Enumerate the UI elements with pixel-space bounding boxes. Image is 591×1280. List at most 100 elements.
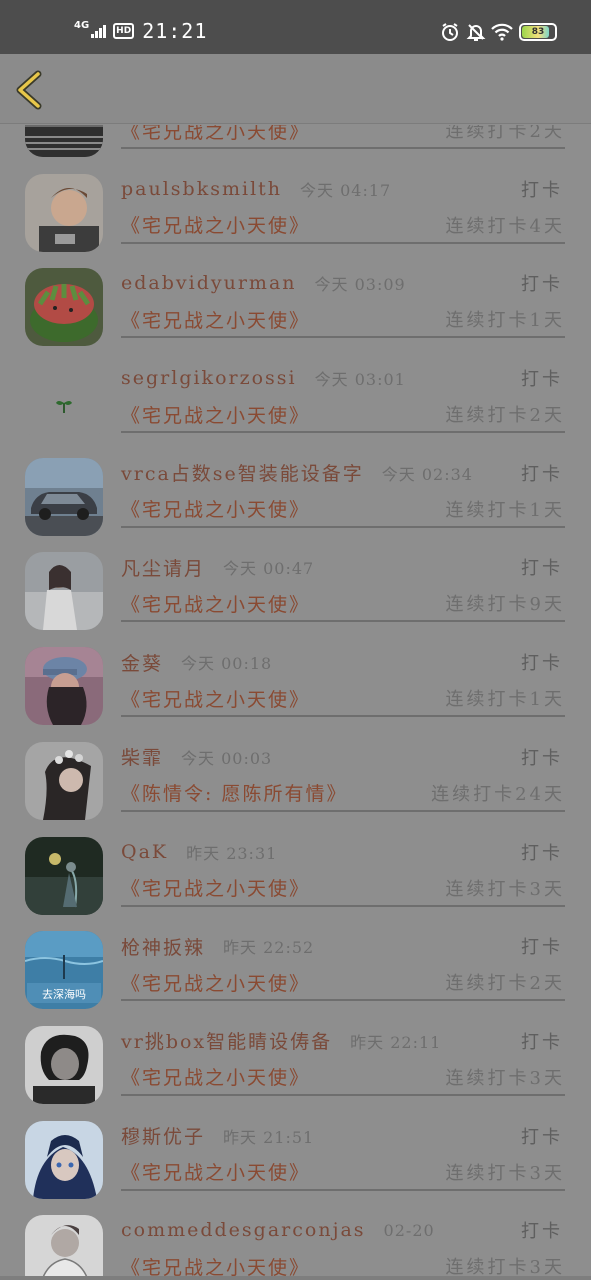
book-title[interactable]: 《宅兄战之小天使》 [121,495,310,522]
avatar[interactable] [25,173,103,252]
avatar[interactable] [25,836,103,915]
header [0,54,591,124]
row-detail: 《宅兄战之小天使》 连续打卡9天 [121,586,565,623]
book-title[interactable]: 《宅兄战之小天使》 [121,401,310,428]
user-name[interactable]: edabvidyurman [121,272,297,294]
avatar[interactable] [25,1025,103,1104]
book-title[interactable]: 《宅兄战之小天使》 [121,211,310,238]
checkin-time: 今天 00:47 [223,559,315,579]
user-name[interactable]: paulsbksmilth [121,178,282,200]
checkin-label: 打卡 [521,937,563,959]
checkin-time: 昨天 23:31 [186,843,278,863]
checkin-time: 今天 03:09 [314,275,406,295]
checkin-row[interactable]: 穆斯优子 昨天 21:51 打卡 《宅兄战之小天使》 连续打卡3天 [0,1105,591,1200]
row-detail: 《宅兄战之小天使》 连续打卡2天 [121,397,565,434]
checkin-streak: 连续打卡1天 [445,689,565,711]
user-name[interactable]: commeddesgarconjas [121,1219,366,1241]
checkin-row[interactable]: QaK 昨天 23:31 打卡 《宅兄战之小天使》 连续打卡3天 [0,821,591,916]
checkin-time: 昨天 21:51 [223,1127,315,1147]
book-title[interactable]: 《宅兄战之小天使》 [121,1063,310,1090]
avatar-caption: 去深海吗 [42,987,86,1001]
checkin-streak: 连续打卡2天 [445,405,565,427]
network-type: 4G [74,20,90,31]
checkin-row[interactable]: edabvidyurman 今天 03:09 打卡 《宅兄战之小天使》 连续打卡1天 [0,252,591,347]
user-name[interactable]: 柴霏 [121,743,163,770]
clock: 21:21 [142,19,208,43]
checkin-streak: 连续打卡9天 [445,594,565,616]
user-name[interactable]: vr挑box智能睛设俦备 [121,1027,332,1054]
checkin-time: 今天 02:34 [381,464,473,484]
user-name[interactable]: QaK [121,841,168,863]
avatar[interactable] [25,1215,103,1280]
hd-badge: HD [113,23,135,39]
checkin-label: 打卡 [521,558,563,580]
checkin-label: 打卡 [521,1031,563,1053]
checkin-row[interactable]: 《宅兄战之小天使》 连续打卡2天 [0,125,591,158]
alarm-icon [439,21,461,43]
row-detail: 《宅兄战之小天使》 连续打卡4天 [121,208,565,244]
checkin-streak: 连续打卡24天 [431,783,565,805]
checkin-time: 昨天 22:52 [223,938,315,958]
checkin-row[interactable]: 金葵 今天 00:18 打卡《宅兄战之小天使》 连续打卡1天 [0,631,591,726]
checkin-row[interactable]: 柴霏 今天 00:03 打卡 《陈情令: 愿陈所有情》 连续打卡24天 [0,726,591,821]
avatar[interactable] [25,363,103,442]
user-name[interactable]: 凡尘请月 [121,554,205,581]
avatar[interactable] [25,552,103,631]
row-detail: 《宅兄战之小天使》 连续打卡1天 [121,681,565,718]
user-name[interactable]: 金葵 [121,649,163,676]
book-title[interactable]: 《宅兄战之小天使》 [121,874,310,901]
avatar[interactable] [25,647,103,726]
row-header: 凡尘请月 今天 00:47 打卡 [121,552,563,582]
row-detail: 《宅兄战之小天使》 连续打卡2天 [121,125,565,149]
checkin-label: 打卡 [521,747,563,769]
checkin-row[interactable]: 去深海吗 枪神扳辣 昨天 22:52 打卡 《宅兄战之小天使》 连续打卡2天 [0,915,591,1010]
checkin-list-inner: 《宅兄战之小天使》 连续打卡2天 paulsbksmilth 今天 04:17 打卡 《宅… [0,125,591,1280]
checkin-row[interactable]: vrca占数se智装能设备字 今天 02:34 打卡《宅兄战之小天使》 连续打卡1天 [0,442,591,537]
checkin-time: 今天 00:18 [181,654,273,674]
checkin-time: 02-20 [383,1220,435,1240]
checkin-streak: 连续打卡4天 [445,215,565,237]
chevron-left-icon [16,70,42,110]
book-title[interactable]: 《宅兄战之小天使》 [121,306,310,333]
avatar[interactable]: 去深海吗 [25,931,103,1010]
battery-icon: 83 [519,23,557,41]
book-title[interactable]: 《宅兄战之小天使》 [121,590,310,617]
book-title[interactable]: 《宅兄战之小天使》 [121,125,310,144]
row-header: vr挑box智能睛设俦备 昨天 22:11 打卡 [121,1026,563,1056]
checkin-streak: 连续打卡1天 [445,499,565,521]
checkin-streak: 连续打卡2天 [445,125,565,142]
checkin-row[interactable]: 凡尘请月 今天 00:47 打卡《宅兄战之小天使》 连续打卡9天 [0,536,591,631]
checkin-label: 打卡 [521,369,563,391]
row-header: 柴霏 今天 00:03 打卡 [121,742,563,772]
avatar[interactable] [25,741,103,820]
user-name[interactable]: vrca占数se智装能设备字 [121,459,364,486]
bottom-edge [0,1276,591,1280]
book-title[interactable]: 《陈情令: 愿陈所有情》 [121,779,347,806]
checkin-label: 打卡 [521,463,563,485]
user-name[interactable]: segrlgikorzossi [121,367,297,389]
battery-level: 83 [531,27,545,37]
book-title[interactable]: 《宅兄战之小天使》 [121,1158,310,1185]
avatar[interactable] [25,125,103,157]
checkin-row[interactable]: segrlgikorzossi 今天 03:01 打卡 《宅兄战之小天使》 连续打卡2天 [0,347,591,442]
checkin-row[interactable]: paulsbksmilth 今天 04:17 打卡 《宅兄战之小天使》 连续打卡4天 [0,158,591,253]
checkin-streak: 连续打卡3天 [445,1162,565,1184]
checkin-row[interactable]: commeddesgarconjas 02-20 打卡 《宅兄战之小天使》 连续打卡3天 [0,1199,591,1280]
user-name[interactable]: 枪神扳辣 [121,933,205,960]
avatar[interactable] [25,457,103,536]
status-left: 4G HD 21:21 [74,18,207,44]
row-header: edabvidyurman 今天 03:09 打卡 [121,268,563,298]
book-title[interactable]: 《宅兄战之小天使》 [121,685,310,712]
checkin-streak: 连续打卡1天 [445,310,565,332]
avatar[interactable] [25,268,103,347]
status-right: 83 [435,20,557,44]
back-button[interactable] [12,70,52,110]
avatar[interactable] [25,1120,103,1199]
row-header: vrca占数se智装能设备字 今天 02:34 打卡 [121,458,563,488]
book-title[interactable]: 《宅兄战之小天使》 [121,969,310,996]
checkin-row[interactable]: vr挑box智能睛设俦备 昨天 22:11 打卡 《宅兄战之小天使》 连续打卡3天 [0,1010,591,1105]
row-header: paulsbksmilth 今天 04:17 打卡 [121,174,563,204]
checkin-label: 打卡 [521,653,563,675]
checkin-list[interactable]: 《宅兄战之小天使》 连续打卡2天 paulsbksmilth 今天 04:17 打卡 《宅… [0,125,591,1280]
user-name[interactable]: 穆斯优子 [121,1122,205,1149]
